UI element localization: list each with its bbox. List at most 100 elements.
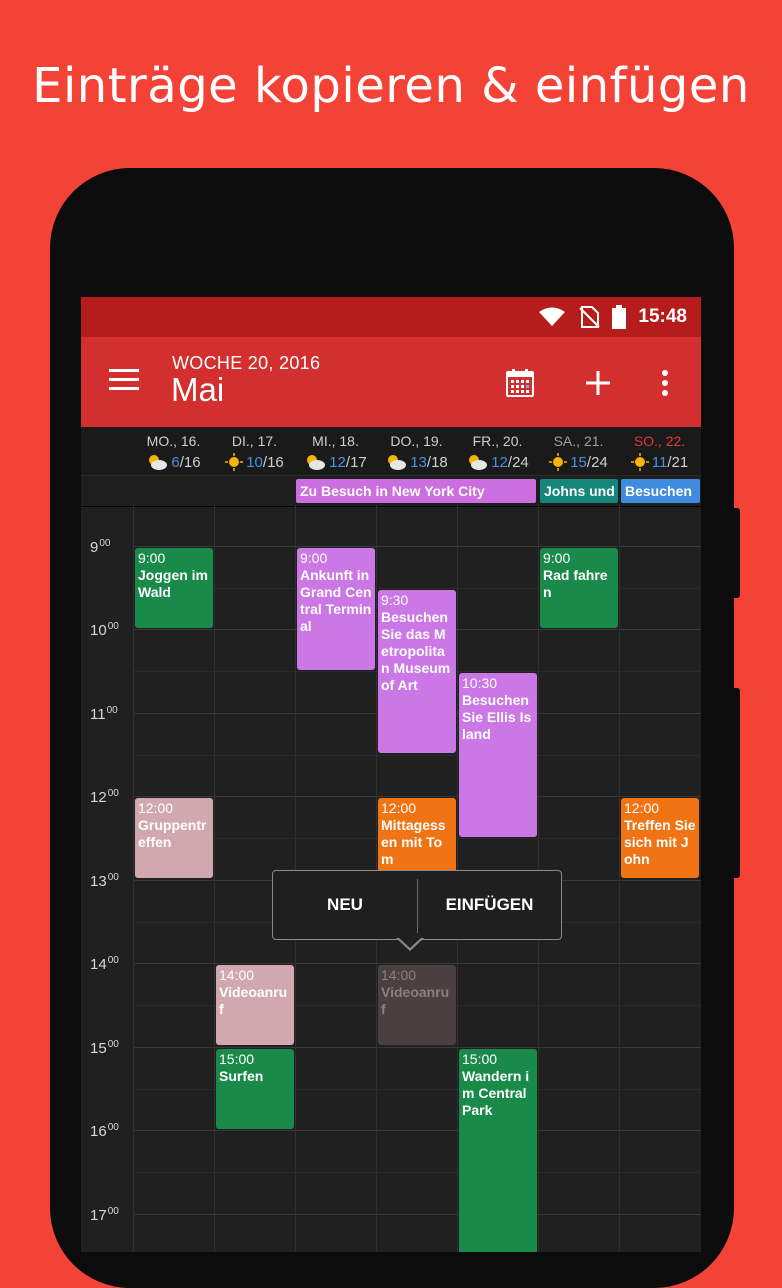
temp-low: 13 — [410, 453, 427, 471]
more-options-icon[interactable] — [649, 367, 681, 399]
event-time: 15:00 — [219, 1051, 255, 1067]
event-time: 9:30 — [381, 592, 409, 608]
event-time: 9:00 — [138, 550, 166, 566]
no-sim-icon — [579, 306, 601, 328]
event-block[interactable]: 12:00 Mittagessen mit Tom — [378, 798, 456, 878]
day-name: SO., 22. — [633, 433, 686, 449]
event-block[interactable]: 9:00 Ankunft in Grand Central Terminal — [297, 548, 375, 670]
hour-label: 900 — [90, 538, 111, 556]
temp-high: 16 — [183, 453, 201, 471]
menu-icon[interactable] — [109, 369, 141, 393]
sun-icon — [549, 453, 568, 471]
temp-high: 24 — [512, 453, 529, 471]
day-header-wed[interactable]: MI., 18. 12/17 — [295, 433, 376, 471]
event-time: 10:30 — [462, 675, 498, 691]
temp-low: 11 — [651, 453, 668, 471]
day-name: DI., 17. — [231, 433, 278, 449]
volume-button — [732, 508, 740, 598]
paste-button[interactable]: EINFÜGEN — [418, 871, 561, 939]
event-title: Treffen Sie sich mit John — [624, 817, 696, 867]
event-time: 14:00 — [381, 967, 417, 983]
day-header-sat[interactable]: SA., 21. 15/24 — [538, 433, 619, 471]
event-block[interactable]: 12:00 Gruppentreffen — [135, 798, 213, 878]
temp-low: 10 — [246, 453, 263, 471]
event-time: 12:00 — [381, 800, 417, 816]
event-title: Besuchen Sie das Metropolitan Museum of … — [381, 609, 451, 693]
all-day-row: Zu Besuch in New York City Johns und Bes… — [81, 475, 701, 507]
event-block[interactable]: 9:30 Besuchen Sie das Metropolitan Museu… — [378, 590, 456, 753]
event-block[interactable]: 15:00 Surfen — [216, 1049, 294, 1129]
sun-icon — [225, 453, 244, 471]
event-title: Ankunft in Grand Central Terminal — [300, 567, 372, 634]
hour-label: 1100 — [90, 705, 118, 723]
event-title: Wandern im Central Park — [462, 1068, 530, 1118]
temp-high: 18 — [431, 453, 448, 471]
temp-high: 16 — [267, 453, 284, 471]
event-time: 12:00 — [624, 800, 660, 816]
event-title: Joggen im Wald — [138, 567, 209, 600]
wifi-icon — [539, 307, 566, 326]
event-block[interactable]: 10:30 Besuchen Sie Ellis Island — [459, 673, 537, 837]
calendar-today-icon[interactable] — [504, 367, 536, 399]
day-name: MO., 16. — [146, 433, 201, 449]
event-title: Mittagessen mit Tom — [381, 817, 446, 867]
partly-cloudy-icon — [149, 455, 168, 470]
sun-icon — [630, 453, 649, 471]
hour-label: 1300 — [90, 872, 119, 890]
all-day-event[interactable]: Zu Besuch in New York City — [296, 479, 536, 503]
day-header-row: MO., 16. 6/16 DI., 17. 10/16 MI., 18. 12… — [81, 427, 701, 475]
day-header-sun[interactable]: SO., 22. 11/21 — [619, 433, 700, 471]
event-title: Gruppentreffen — [138, 817, 207, 850]
day-name: MI., 18. — [312, 433, 359, 449]
temp-low: 12 — [329, 453, 346, 471]
day-name: DO., 19. — [390, 433, 443, 449]
hour-label: 1700 — [90, 1206, 119, 1224]
partly-cloudy-icon — [307, 455, 326, 470]
all-day-event[interactable]: Besuchen — [621, 479, 700, 503]
hour-label: 1400 — [90, 955, 119, 973]
event-block[interactable]: 9:00 Rad fahren — [540, 548, 618, 628]
event-title: Surfen — [219, 1068, 264, 1084]
event-time: 12:00 — [138, 800, 174, 816]
day-header-mon[interactable]: MO., 16. 6/16 — [133, 433, 214, 471]
app-screen: 15:48 WOCHE 20, 2016 Mai MO., 16. 6/16 D… — [81, 297, 701, 1252]
promo-headline: Einträge kopieren & einfügen — [32, 58, 750, 114]
app-bar: WOCHE 20, 2016 Mai — [81, 337, 701, 427]
event-block[interactable]: 9:00 Joggen im Wald — [135, 548, 213, 628]
day-header-fri[interactable]: FR., 20. 12/24 — [457, 433, 538, 471]
hour-label: 1000 — [90, 621, 119, 639]
event-time: 14:00 — [219, 967, 255, 983]
temp-low: 12 — [491, 453, 508, 471]
partly-cloudy-icon — [388, 455, 407, 470]
temp-high: 21 — [671, 453, 689, 471]
hour-label: 1600 — [90, 1122, 119, 1140]
event-time: 9:00 — [300, 550, 328, 566]
month-title[interactable]: Mai — [171, 371, 224, 409]
event-title: Rad fahren — [543, 567, 608, 600]
event-title: Videoanruf — [219, 984, 288, 1017]
temp-low: 6 — [171, 453, 180, 471]
battery-icon — [612, 305, 627, 329]
event-time: 9:00 — [543, 550, 571, 566]
event-block[interactable]: 12:00 Treffen Sie sich mit John — [621, 798, 699, 878]
hour-label: 1500 — [90, 1039, 119, 1057]
new-button[interactable]: NEU — [273, 871, 417, 939]
day-name: FR., 20. — [472, 433, 523, 449]
hour-label: 1200 — [90, 788, 119, 806]
event-block-ghost[interactable]: 14:00 Videoanruf — [378, 965, 456, 1045]
day-header-tue[interactable]: DI., 17. 10/16 — [214, 433, 295, 471]
temp-high: 24 — [591, 453, 608, 471]
status-clock: 15:48 — [638, 306, 687, 327]
day-name: SA., 21. — [553, 433, 604, 449]
temp-high: 17 — [350, 453, 367, 471]
event-block[interactable]: 14:00 Videoanruf — [216, 965, 294, 1045]
context-menu: NEU EINFÜGEN — [272, 870, 562, 940]
event-time: 15:00 — [462, 1051, 498, 1067]
power-button — [732, 688, 740, 878]
add-icon[interactable] — [582, 367, 614, 399]
event-block[interactable]: 15:00 Wandern im Central Park — [459, 1049, 537, 1252]
context-menu-pointer-fill — [398, 937, 422, 948]
day-header-thu[interactable]: DO., 19. 13/18 — [376, 433, 457, 471]
all-day-event[interactable]: Johns und — [540, 479, 618, 503]
status-bar: 15:48 — [81, 297, 701, 337]
